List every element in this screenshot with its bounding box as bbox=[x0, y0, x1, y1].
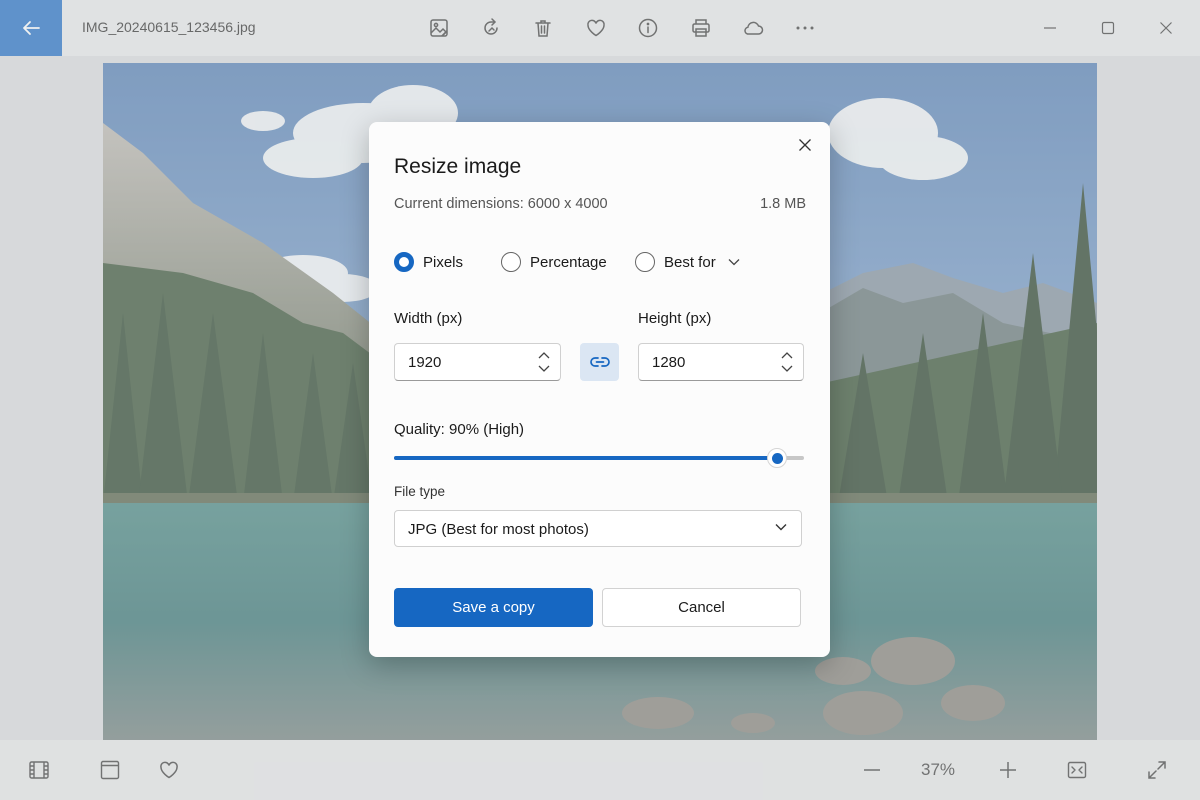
quality-slider-thumb[interactable] bbox=[767, 448, 787, 468]
resize-dialog: Resize image Current dimensions: 6000 x … bbox=[369, 122, 830, 657]
aspect-lock-button[interactable] bbox=[580, 343, 619, 381]
radio-best-for[interactable]: Best for bbox=[635, 252, 740, 272]
quality-slider-fill bbox=[394, 456, 777, 460]
height-input[interactable]: 1280 bbox=[638, 343, 804, 381]
chevron-down-icon bbox=[775, 524, 787, 531]
quality-label: Quality: 90% (High) bbox=[394, 421, 525, 438]
radio-pixels-label: Pixels bbox=[423, 253, 464, 271]
link-icon bbox=[589, 357, 610, 367]
radio-best-for-label: Best for bbox=[664, 253, 716, 271]
radio-selected-indicator bbox=[394, 252, 414, 272]
radio-pixels[interactable]: Pixels bbox=[394, 252, 463, 272]
width-label: Width (px) bbox=[394, 310, 463, 327]
height-value: 1280 bbox=[652, 354, 686, 371]
spin-arrows-icon[interactable] bbox=[536, 349, 552, 375]
spin-arrows-icon[interactable] bbox=[779, 349, 795, 375]
dialog-title: Resize image bbox=[394, 155, 522, 178]
quality-slider[interactable] bbox=[394, 448, 804, 468]
file-type-label: File type bbox=[394, 484, 446, 499]
dialog-close-icon[interactable] bbox=[794, 134, 816, 156]
file-type-value: JPG (Best for most photos) bbox=[408, 521, 589, 538]
radio-unselected-indicator bbox=[501, 252, 521, 272]
radio-percentage-label: Percentage bbox=[530, 253, 607, 271]
chevron-down-icon bbox=[728, 259, 740, 266]
file-type-select[interactable]: JPG (Best for most photos) bbox=[394, 510, 802, 547]
current-dimensions: Current dimensions: 6000 x 4000 bbox=[394, 196, 608, 212]
save-copy-button[interactable]: Save a copy bbox=[394, 588, 593, 627]
radio-percentage[interactable]: Percentage bbox=[501, 252, 607, 272]
height-label: Height (px) bbox=[638, 310, 712, 327]
width-value: 1920 bbox=[408, 354, 442, 371]
cancel-button[interactable]: Cancel bbox=[602, 588, 801, 627]
file-size: 1.8 MB bbox=[760, 196, 806, 212]
radio-unselected-indicator bbox=[635, 252, 655, 272]
width-input[interactable]: 1920 bbox=[394, 343, 561, 381]
